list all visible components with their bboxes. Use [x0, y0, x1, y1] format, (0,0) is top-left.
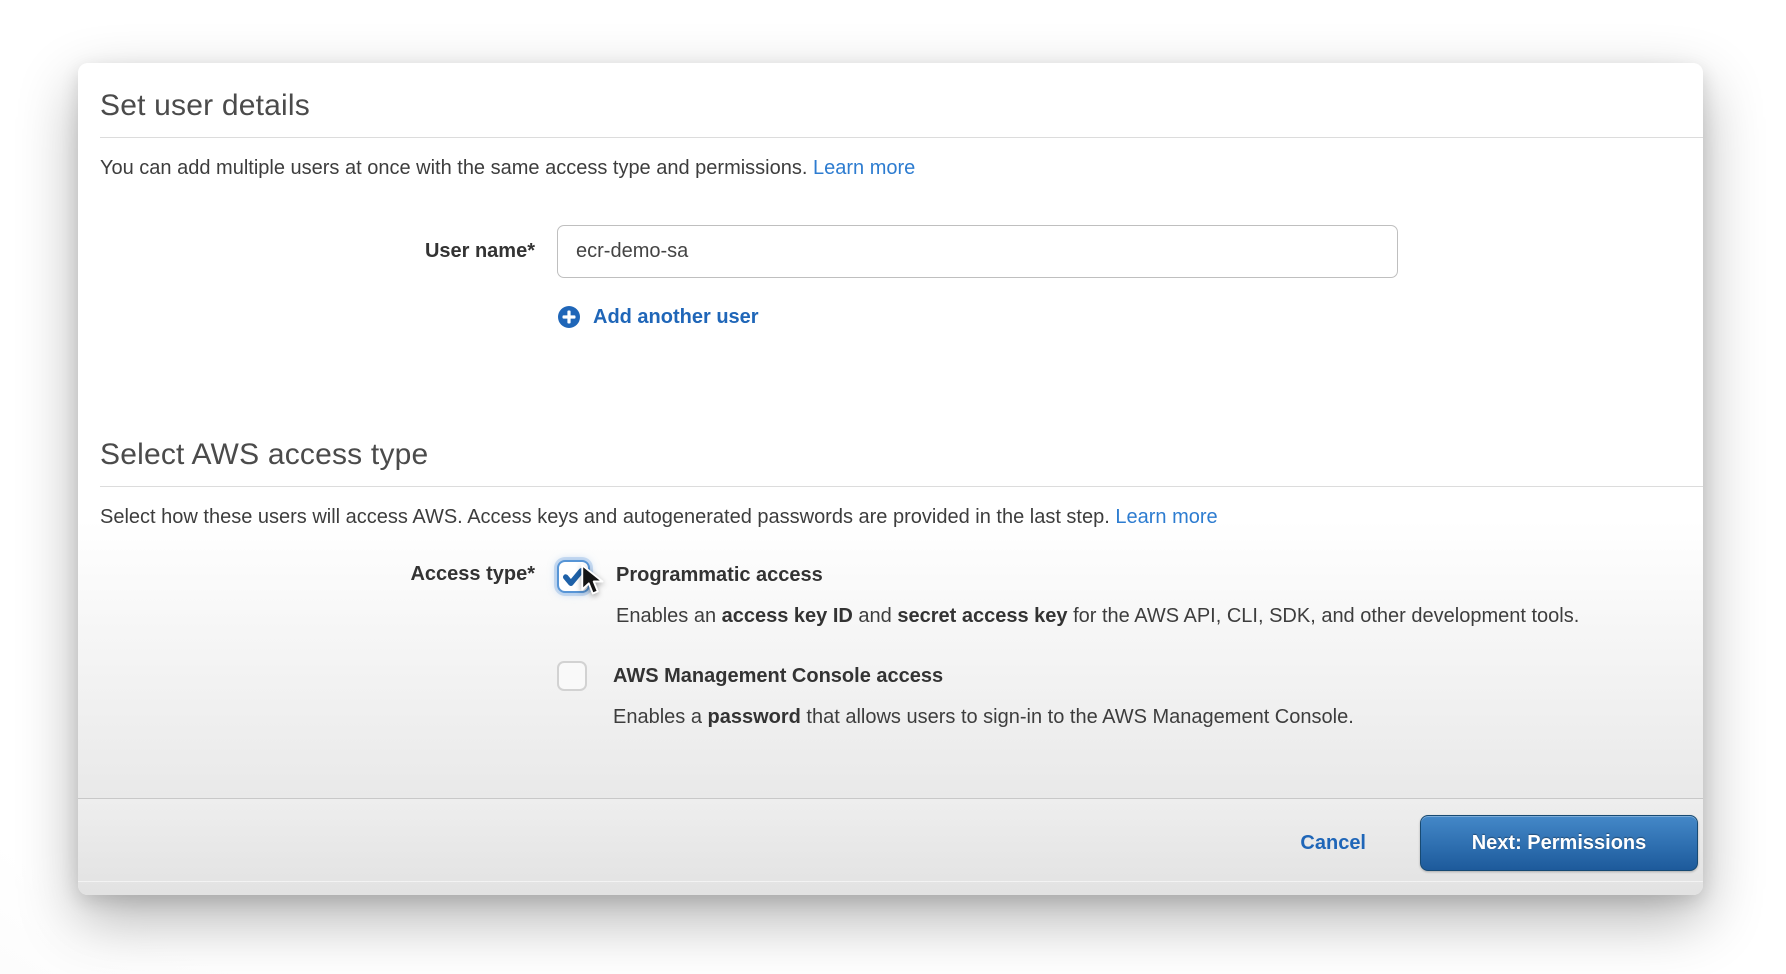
add-another-user-link[interactable]: Add another user — [557, 305, 759, 329]
console-access-option: AWS Management Console access Enables a … — [557, 661, 1681, 736]
cancel-button[interactable]: Cancel — [1300, 832, 1366, 855]
programmatic-access-text: Programmatic access Enables an access ke… — [616, 560, 1579, 635]
learn-more-link-user-details[interactable]: Learn more — [813, 157, 915, 179]
learn-more-link-access-type[interactable]: Learn more — [1115, 506, 1217, 528]
add-another-user-label: Add another user — [593, 306, 759, 329]
console-access-checkbox[interactable] — [557, 661, 587, 691]
access-type-label: Access type* — [100, 560, 535, 635]
username-row: User name* — [100, 225, 1681, 278]
page-background: Set user details You can add multiple us… — [0, 0, 1786, 974]
console-access-description: Enables a password that allows users to … — [613, 698, 1354, 736]
access-type-intro-text: Select how these users will access AWS. … — [100, 506, 1110, 528]
programmatic-access-title: Programmatic access — [616, 560, 1579, 590]
plus-icon — [557, 305, 581, 329]
page-title: Set user details — [100, 88, 1703, 138]
user-details-intro: You can add multiple users at once with … — [100, 155, 1681, 181]
programmatic-access-description: Enables an access key ID and secret acce… — [616, 597, 1579, 635]
programmatic-access-checkbox[interactable] — [557, 560, 590, 593]
console-access-text: AWS Management Console access Enables a … — [613, 661, 1354, 736]
username-label: User name* — [100, 240, 535, 263]
next-permissions-button[interactable]: Next: Permissions — [1420, 815, 1698, 871]
panel-content: Set user details You can add multiple us… — [78, 88, 1703, 736]
programmatic-access-option: Programmatic access Enables an access ke… — [557, 560, 1579, 635]
check-icon — [561, 564, 586, 589]
access-type-row: Access type* Programmatic access Enables… — [100, 560, 1681, 635]
wizard-footer: Cancel Next: Permissions — [78, 798, 1703, 895]
user-details-intro-text: You can add multiple users at once with … — [100, 157, 807, 179]
add-user-panel: Set user details You can add multiple us… — [78, 63, 1703, 895]
console-access-title: AWS Management Console access — [613, 661, 1354, 691]
access-type-title: Select AWS access type — [100, 437, 1703, 487]
access-type-intro: Select how these users will access AWS. … — [100, 504, 1681, 530]
username-input[interactable] — [557, 225, 1398, 278]
